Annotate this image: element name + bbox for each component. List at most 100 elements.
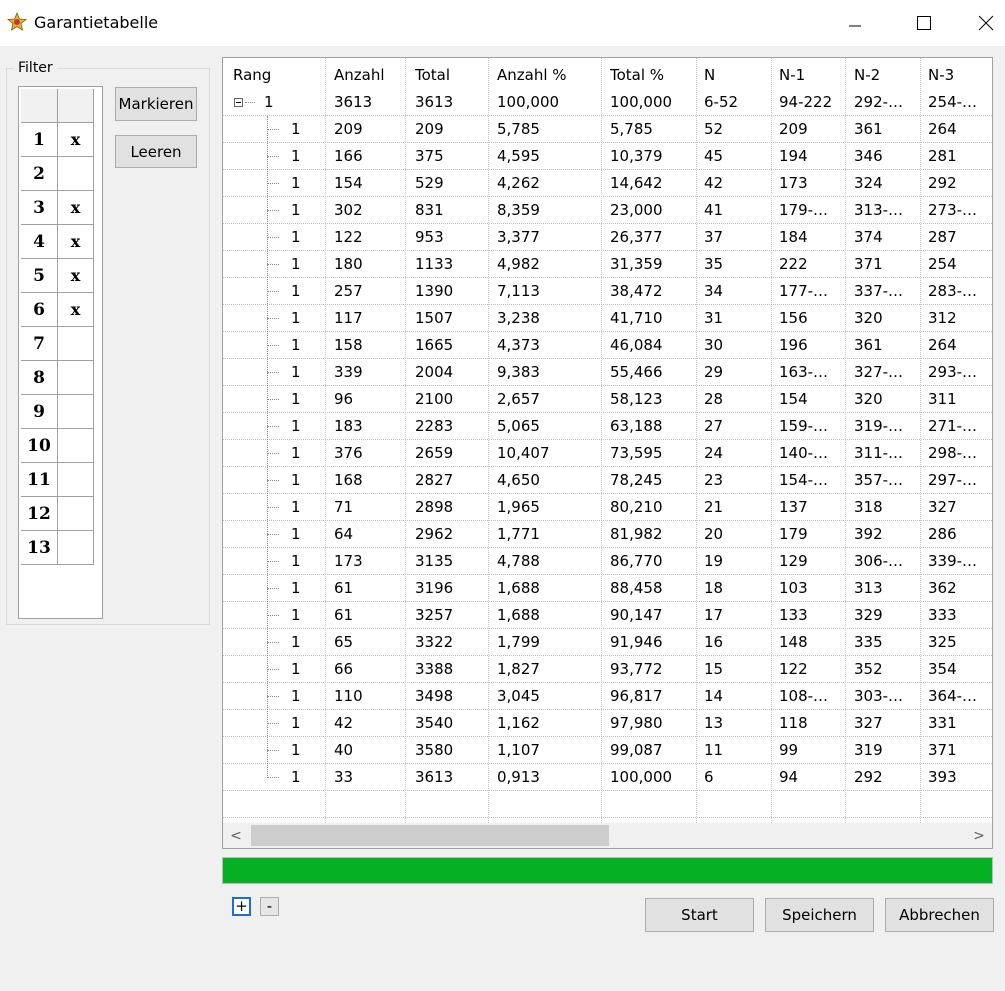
filter-row-mark[interactable]: x <box>58 225 94 259</box>
tree-child-row[interactable]: 1 66 3388 1,827 93,772 15 122 352 354 <box>223 656 992 683</box>
maximize-button[interactable] <box>895 0 953 46</box>
tree-connector <box>267 507 279 508</box>
filter-row-mark[interactable] <box>58 531 94 565</box>
table-cell: 23,000 <box>610 201 663 219</box>
filter-row-mark[interactable] <box>58 361 94 395</box>
tree-child-row[interactable]: 1 173 3135 4,788 86,770 19 129 306-… 339-… <box>223 548 992 575</box>
save-button[interactable]: Speichern <box>765 898 874 932</box>
filter-row-mark[interactable]: x <box>58 123 94 157</box>
column-header[interactable]: Anzahl % <box>497 62 567 89</box>
tree-child-row[interactable]: 1 168 2827 4,650 78,245 23 154-… 357-… 297-… <box>223 467 992 494</box>
filter-row-mark[interactable] <box>58 463 94 497</box>
filter-row-mark[interactable] <box>58 429 94 463</box>
table-cell: 3,377 <box>497 228 540 246</box>
tree-child-row[interactable]: 1 71 2898 1,965 80,210 21 137 318 327 <box>223 494 992 521</box>
table-cell: 298-… <box>928 444 978 462</box>
tree-connector <box>267 642 279 643</box>
tree-child-row[interactable]: 1 117 1507 3,238 41,710 31 156 320 312 <box>223 305 992 332</box>
table-cell: 66 <box>334 660 354 678</box>
filter-row-mark[interactable]: x <box>58 259 94 293</box>
table-cell: 30 <box>704 336 724 354</box>
table-cell: 264 <box>928 336 957 354</box>
tree-child-row[interactable]: 1 61 3257 1,688 90,147 17 133 329 333 <box>223 602 992 629</box>
tree-child-row[interactable]: 1 61 3196 1,688 88,458 18 103 313 362 <box>223 575 992 602</box>
table-cell: 209 <box>334 120 363 138</box>
tree-child-row[interactable]: 1 33 3613 0,913 100,000 6 94 292 393 <box>223 764 992 791</box>
tree-child-row[interactable]: 1 209 209 5,785 5,785 52 209 361 264 <box>223 116 992 143</box>
tree-child-row[interactable]: 1 65 3322 1,799 91,946 16 148 335 325 <box>223 629 992 656</box>
guarantee-tree-table[interactable]: Rang Anzahl Total Anzahl % Total % N N-1 N-2 N-3… <box>222 57 993 849</box>
leeren-button[interactable]: Leeren <box>115 135 197 168</box>
tree-connector <box>267 588 279 589</box>
table-cell: 1,688 <box>497 579 540 597</box>
collapse-all-button[interactable]: - <box>260 897 279 916</box>
start-button[interactable]: Start <box>645 898 754 932</box>
table-cell: 292 <box>854 768 883 786</box>
tree-child-row[interactable]: 1 339 2004 9,383 55,466 29 163-… 327-… 293-… <box>223 359 992 386</box>
filter-row-mark[interactable] <box>58 157 94 191</box>
tree-child-row[interactable]: 1 180 1133 4,982 31,359 35 222 371 254 <box>223 251 992 278</box>
column-header[interactable]: N-2 <box>854 62 880 89</box>
expand-all-button[interactable]: + <box>232 897 251 916</box>
tree-child-row[interactable]: 1 40 3580 1,107 99,087 11 99 319 371 <box>223 737 992 764</box>
filter-row-mark[interactable] <box>58 497 94 531</box>
table-cell: 1665 <box>415 336 454 354</box>
tree-child-row[interactable]: 1 96 2100 2,657 58,123 28 154 320 311 <box>223 386 992 413</box>
table-cell: 292-… <box>854 93 904 111</box>
table-cell: 311 <box>928 390 957 408</box>
column-header[interactable]: N-3 <box>928 62 954 89</box>
column-header[interactable]: Total <box>415 62 450 89</box>
horizontal-scrollbar[interactable]: < > <box>223 823 992 848</box>
table-cell: 1,771 <box>497 525 540 543</box>
tree-child-row[interactable]: 1 183 2283 5,065 63,188 27 159-… 319-… 271-… <box>223 413 992 440</box>
table-cell: 96,817 <box>610 687 663 705</box>
table-cell: 361 <box>854 120 883 138</box>
filter-row-mark[interactable]: x <box>58 191 94 225</box>
markieren-button[interactable]: Markieren <box>115 87 197 121</box>
table-cell: 1 <box>291 363 301 381</box>
table-cell: 42 <box>704 174 724 192</box>
filter-row-mark[interactable]: x <box>58 293 94 327</box>
table-cell: 71 <box>334 498 354 516</box>
table-cell: 86,770 <box>610 552 663 570</box>
tree-child-row[interactable]: 1 64 2962 1,771 81,982 20 179 392 286 <box>223 521 992 548</box>
table-cell: 2827 <box>415 471 454 489</box>
tree-child-row[interactable]: 1 376 2659 10,407 73,595 24 140-… 311-… 298-… <box>223 440 992 467</box>
cancel-button[interactable]: Abbrechen <box>885 898 994 932</box>
table-cell: 3540 <box>415 714 454 732</box>
collapse-icon[interactable] <box>234 98 243 107</box>
table-cell: 311-… <box>854 444 904 462</box>
close-button[interactable] <box>957 0 1005 46</box>
filter-row-mark[interactable] <box>58 327 94 361</box>
tree-child-row[interactable]: 1 110 3498 3,045 96,817 14 108-… 303-… 364-… <box>223 683 992 710</box>
tree-child-row[interactable]: 1 122 953 3,377 26,377 37 184 374 287 <box>223 224 992 251</box>
table-cell: 1 <box>291 174 301 192</box>
tree-child-row[interactable]: 1 42 3540 1,162 97,980 13 118 327 331 <box>223 710 992 737</box>
tree-child-row[interactable]: 1 166 375 4,595 10,379 45 194 346 281 <box>223 143 992 170</box>
table-cell: 24 <box>704 444 724 462</box>
table-cell: 306-… <box>854 552 904 570</box>
filter-row-mark[interactable] <box>58 395 94 429</box>
column-header[interactable]: N <box>704 62 715 89</box>
tree-connector <box>267 237 279 238</box>
minimize-button[interactable] <box>826 0 884 46</box>
table-cell: 1 <box>291 606 301 624</box>
column-header[interactable]: N-1 <box>779 62 805 89</box>
tree-child-row[interactable]: 1 257 1390 7,113 38,472 34 177-… 337-… 283-… <box>223 278 992 305</box>
table-cell: 13 <box>704 714 724 732</box>
table-cell: 209 <box>415 120 444 138</box>
column-header[interactable]: Rang <box>233 62 271 89</box>
scroll-thumb[interactable] <box>251 825 609 846</box>
tree-child-row[interactable]: 1 154 529 4,262 14,642 42 173 324 292 <box>223 170 992 197</box>
table-cell: 3388 <box>415 660 454 678</box>
tree-child-row[interactable]: 1 302 831 8,359 23,000 41 179-… 313-… 273-… <box>223 197 992 224</box>
tree-child-row[interactable]: 1 158 1665 4,373 46,084 30 196 361 264 <box>223 332 992 359</box>
table-cell: 324 <box>854 174 883 192</box>
column-header[interactable]: Total % <box>610 62 664 89</box>
scroll-left-icon[interactable]: < <box>223 823 249 848</box>
filter-grid[interactable]: 1 x 2 3 x 4 x 5 x 6 x 7 8 9 10 11 12 13 <box>18 86 103 619</box>
column-header[interactable]: Anzahl <box>334 62 385 89</box>
scroll-right-icon[interactable]: > <box>966 823 992 848</box>
tree-root-row[interactable]: 1 3613 3613 100,000 100,000 6-52 94-222 292-… 25… <box>223 89 992 116</box>
table-cell: 292 <box>928 174 957 192</box>
